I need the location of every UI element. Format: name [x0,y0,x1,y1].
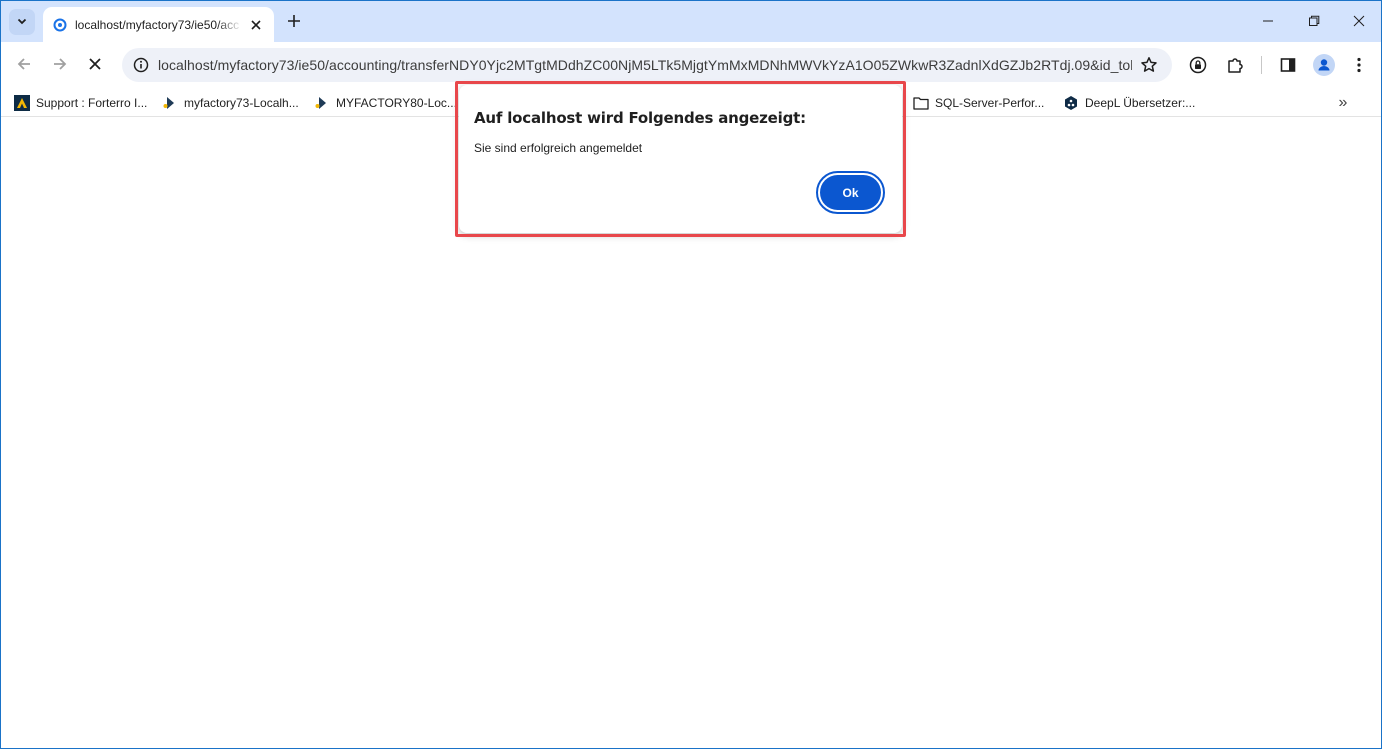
folder-icon [913,95,929,111]
close-window-button[interactable] [1336,8,1381,36]
bookmark-myfactory73[interactable]: myfactory73-Localh... [162,93,299,113]
bookmark-star-icon[interactable] [1132,48,1166,82]
bookmark-folder-sql-server[interactable]: SQL-Server-Perfor... [913,93,1044,113]
bookmark-myfactory80[interactable]: MYFACTORY80-Loc... [314,93,457,113]
tab-search-button[interactable] [9,9,35,35]
back-button[interactable] [10,51,38,79]
toolbar-divider [1261,56,1262,74]
plus-icon [287,14,301,31]
bookmark-label: myfactory73-Localh... [184,96,299,110]
close-icon [1353,15,1365,30]
arrow-left-icon [16,56,32,75]
deepl-icon [1063,95,1079,111]
password-lock-icon[interactable] [1186,53,1210,77]
chevron-down-icon [16,15,28,30]
profile-avatar-icon[interactable] [1312,53,1336,77]
browser-window: localhost/myfactory73/ie50/acc localhost… [0,0,1382,749]
restore-button[interactable] [1291,8,1337,36]
myfactory-icon [162,95,178,111]
forward-button[interactable] [46,51,74,79]
myfactory-icon [314,95,330,111]
stop-loading-button[interactable] [81,51,109,79]
bookmark-support-forterro[interactable]: Support : Forterro I... [14,93,147,113]
loading-favicon-icon [53,18,67,32]
side-panel-icon[interactable] [1276,53,1300,77]
url-text[interactable]: localhost/myfactory73/ie50/accounting/tr… [158,57,1132,73]
address-bar[interactable]: localhost/myfactory73/ie50/accounting/tr… [122,48,1172,82]
extensions-puzzle-icon[interactable] [1223,53,1247,77]
active-tab[interactable]: localhost/myfactory73/ie50/acc [43,7,274,42]
menu-dots-icon[interactable] [1347,53,1371,77]
highlight-frame [455,81,906,237]
arrow-right-icon [52,56,68,75]
new-tab-button[interactable] [282,10,306,34]
tab-title: localhost/myfactory73/ie50/acc [75,17,240,32]
bookmark-label: SQL-Server-Perfor... [935,96,1045,110]
restore-icon [1308,15,1320,30]
minimize-button[interactable] [1245,8,1291,36]
bookmark-label: DeepL Übersetzer:... [1085,96,1196,110]
bookmark-label: MYFACTORY80-Loc... [336,96,457,110]
tab-close-icon[interactable] [248,17,264,33]
bookmark-deepl[interactable]: DeepL Übersetzer:... [1063,93,1195,113]
bookmarks-overflow-button[interactable]: » [1333,93,1353,113]
minimize-icon [1262,15,1274,30]
stop-x-icon [88,57,102,74]
forterro-icon [14,95,30,111]
bookmark-label: Support : Forterro I... [36,96,148,110]
tab-strip: localhost/myfactory73/ie50/acc [1,1,1381,42]
site-info-icon[interactable] [124,48,158,82]
